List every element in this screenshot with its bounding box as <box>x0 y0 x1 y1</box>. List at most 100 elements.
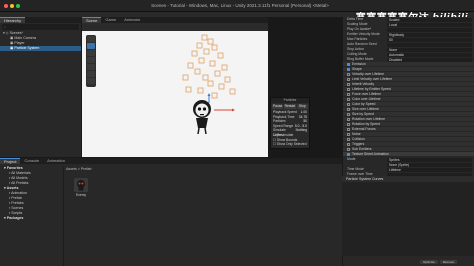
asset-label: Enemy <box>76 193 86 197</box>
hierarchy-item-label: Particle System <box>14 46 40 50</box>
module-label: Triggers <box>352 142 365 146</box>
scene-root-label: Scenes* <box>9 31 23 35</box>
checkbox-icon[interactable] <box>347 102 350 106</box>
checkbox-icon[interactable] <box>347 117 350 121</box>
optimize-button[interactable]: Optimize <box>420 260 438 264</box>
particle-effect-panel: Particles Pause Restart Stop Playback Sp… <box>270 97 310 149</box>
field-value[interactable]: Automatic <box>387 52 472 57</box>
module-label: Size by Speed <box>352 112 374 116</box>
hierarchy-tabbar: Hierarchy <box>0 17 81 23</box>
checkbox-checked-icon[interactable] <box>347 62 350 66</box>
breadcrumb[interactable]: Assets > Prefab <box>66 167 91 171</box>
checkbox-icon[interactable] <box>347 127 350 131</box>
project-tabbar: Project Console Animation <box>0 158 342 164</box>
module-label: Rotation by Speed <box>352 122 380 126</box>
hand-tool-button[interactable] <box>87 36 95 42</box>
field-value[interactable]: Sprites <box>387 157 472 162</box>
remove-button[interactable]: Remove <box>439 260 458 264</box>
curves-buttons: Optimize Remove <box>420 260 458 264</box>
sidebar-label: All Models <box>11 176 28 180</box>
module-label: Collision <box>352 137 365 141</box>
scale-tool-button[interactable] <box>87 57 95 63</box>
checkbox-icon[interactable] <box>347 112 350 116</box>
module-label: Noise <box>352 132 361 136</box>
move-tool-button[interactable] <box>87 43 95 49</box>
field-value[interactable]: Disabled <box>387 57 472 62</box>
hierarchy-item-particle-system[interactable]: ▣ Particle System <box>0 46 81 51</box>
tab-animation[interactable]: Animation <box>43 158 69 164</box>
rect-tool-button[interactable] <box>87 64 95 70</box>
field-value[interactable]: None (Sprite) <box>387 162 472 167</box>
checkbox-icon[interactable] <box>347 97 350 101</box>
stop-button[interactable]: Stop <box>296 104 308 109</box>
module-label: Limit Velocity over Lifetime <box>352 77 393 81</box>
zoom-window-button[interactable] <box>16 4 20 8</box>
project-sidebar: ▾ Favorites ▪ All Materials ▪ All Models ▪ … <box>0 166 64 266</box>
module-label: Sub Emitters <box>352 147 372 151</box>
checkbox-icon: ☐ Show Only Selected <box>273 142 307 147</box>
checkbox-icon[interactable] <box>347 72 350 76</box>
module-label: Color by Speed <box>352 102 376 106</box>
field-value[interactable] <box>387 42 472 47</box>
module-label: Texture Sheet Animation <box>352 152 389 156</box>
scene-drawing <box>182 34 236 135</box>
sidebar-section[interactable]: ▾ Packages <box>0 216 63 221</box>
asset-enemy[interactable]: Enemy <box>74 178 88 197</box>
checkbox-icon[interactable] <box>347 137 350 141</box>
field-value[interactable]: 50 <box>387 37 472 42</box>
search-icon: ⌕ <box>4 25 6 29</box>
checkbox-icon[interactable] <box>347 142 350 146</box>
prefab-thumbnail <box>74 178 88 192</box>
tab-project[interactable]: Project <box>0 158 21 164</box>
checkbox-icon[interactable] <box>347 87 350 91</box>
project-panel: Project Console Animation ▾ Favorites ▪ A… <box>0 157 342 266</box>
hierarchy-item-label: Main Camera <box>14 36 36 40</box>
sidebar-label: Scenes <box>11 206 24 210</box>
scene-panel: Scene Game Animator <box>82 17 268 157</box>
gizmo-x-arrowhead <box>232 108 235 112</box>
checkbox-icon[interactable] <box>347 122 350 126</box>
tab-console[interactable]: Console <box>20 158 43 164</box>
restart-button[interactable]: Restart <box>284 104 296 109</box>
checkbox-checked-icon[interactable] <box>347 152 350 156</box>
module-label: Shape <box>352 67 362 71</box>
module-label: Velocity over Lifetime <box>352 72 385 76</box>
scene-icon: ▾ ◇ <box>3 31 10 35</box>
field-value[interactable]: Local <box>387 22 472 27</box>
sidebar-label: Animation <box>11 191 28 195</box>
hierarchy-item-label: Player <box>14 41 25 45</box>
scene-canvas[interactable] <box>82 31 268 157</box>
checkbox-icon[interactable] <box>347 77 350 81</box>
player-sprite[interactable] <box>193 100 211 135</box>
transform-tool-button[interactable] <box>87 71 95 77</box>
sidebar-label: All Prefabs <box>11 181 29 185</box>
checkbox-icon[interactable] <box>347 147 350 151</box>
checkbox-icon[interactable] <box>347 107 350 111</box>
sidebar-label: Scripts <box>11 211 23 215</box>
checkbox-icon[interactable] <box>347 132 350 136</box>
module-label: Color over Lifetime <box>352 97 381 101</box>
show-only-selected-toggle[interactable]: ☐ Show Only Selected <box>271 142 309 147</box>
field-value[interactable] <box>387 27 472 32</box>
tab-hierarchy[interactable]: Hierarchy <box>0 17 26 23</box>
rotate-tool-button[interactable] <box>87 50 95 56</box>
window-title: Scenes - Tutorial - Windows, Mac, Linux … <box>151 3 329 8</box>
custom-tool-button[interactable] <box>87 78 95 84</box>
minimize-window-button[interactable] <box>10 4 14 8</box>
hierarchy-search-input[interactable]: ⌕ <box>2 24 79 30</box>
scene-tools-overlay <box>86 35 96 87</box>
module-label: Lifetime by Emitter Speed <box>352 87 391 91</box>
field-value[interactable]: None <box>387 47 472 52</box>
checkbox-icon[interactable] <box>347 92 350 96</box>
checkbox-checked-icon[interactable] <box>347 67 350 71</box>
close-window-button[interactable] <box>4 4 8 8</box>
particle-sprites <box>182 34 236 99</box>
sidebar-label: Prefabs <box>11 201 24 205</box>
field-value[interactable]: Rigidbody <box>387 32 472 37</box>
module-label: Inherit Velocity <box>352 82 375 86</box>
checkbox-icon[interactable] <box>347 82 350 86</box>
pause-button[interactable]: Pause <box>272 104 284 109</box>
field-value[interactable]: Scaled <box>387 17 472 22</box>
field-value[interactable]: Lifetime <box>387 167 472 172</box>
curves-editor[interactable] <box>342 182 474 256</box>
